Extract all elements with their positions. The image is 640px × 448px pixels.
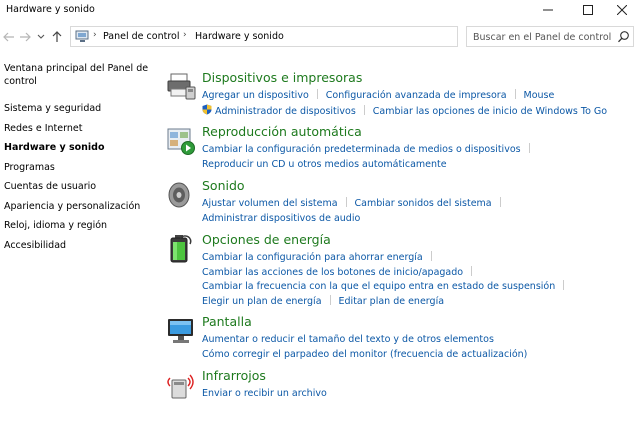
speaker-icon bbox=[168, 182, 190, 208]
link-power-buttons[interactable]: Cambiar las acciones de los botones de i… bbox=[202, 267, 463, 278]
breadcrumb-separator: › bbox=[93, 30, 97, 40]
category-title[interactable]: Dispositivos e impresoras bbox=[202, 70, 362, 85]
link-edit-power-plan[interactable]: Editar plan de energía bbox=[339, 296, 445, 307]
sidebar-item-network[interactable]: Redes e Internet bbox=[4, 122, 154, 135]
link-sleep-frequency[interactable]: Cambiar la frecuencia con la que el equi… bbox=[202, 281, 555, 292]
sidebar-item-system-security[interactable]: Sistema y seguridad bbox=[4, 102, 154, 115]
category-title[interactable]: Sonido bbox=[202, 178, 245, 193]
link-separator bbox=[329, 294, 331, 305]
infrared-icon bbox=[167, 374, 194, 399]
sidebar-item-user-accounts[interactable]: Cuentas de usuario bbox=[4, 180, 154, 193]
forward-arrow-icon bbox=[20, 32, 31, 42]
link-printer-settings[interactable]: Configuración avanzada de impresora bbox=[326, 90, 507, 101]
link-separator bbox=[363, 104, 365, 115]
search-box[interactable] bbox=[466, 26, 634, 47]
link-autoplay-cd[interactable]: Reproducir un CD u otros medios automáti… bbox=[202, 159, 447, 170]
category-links: Cambiar la configuración para ahorrar en… bbox=[202, 251, 632, 309]
breadcrumb-hardware-y-sonido[interactable]: Hardware y sonido bbox=[195, 31, 284, 42]
category-title[interactable]: Infrarrojos bbox=[202, 368, 266, 383]
link-separator bbox=[430, 251, 432, 261]
back-button[interactable] bbox=[2, 28, 16, 46]
sidebar-item-accessibility[interactable]: Accesibilidad bbox=[4, 239, 154, 252]
sidebar-item-appearance[interactable]: Apariencia y personalización bbox=[4, 200, 154, 213]
link-power-saving[interactable]: Cambiar la configuración para ahorrar en… bbox=[202, 252, 423, 263]
search-input[interactable] bbox=[473, 30, 613, 44]
sidebar-item-programs[interactable]: Programas bbox=[4, 161, 154, 174]
category-title[interactable]: Pantalla bbox=[202, 314, 252, 329]
link-windows-to-go[interactable]: Cambiar las opciones de inicio de Window… bbox=[373, 106, 607, 117]
category-links: Agregar un dispositivo Configuración avan… bbox=[202, 89, 632, 119]
address-bar[interactable]: › Panel de control › Hardware y sonido bbox=[70, 26, 523, 47]
control-panel-icon bbox=[75, 30, 89, 42]
minimize-icon bbox=[543, 9, 553, 11]
breadcrumb-panel-de-control[interactable]: Panel de control bbox=[103, 31, 179, 42]
link-choose-power-plan[interactable]: Elegir un plan de energía bbox=[202, 296, 322, 307]
link-adjust-volume[interactable]: Ajustar volumen del sistema bbox=[202, 198, 338, 209]
maximize-icon bbox=[583, 5, 593, 15]
minimize-button[interactable] bbox=[530, 0, 566, 20]
address-row: › Panel de control › Hardware y sonido bbox=[0, 24, 640, 50]
category-title[interactable]: Opciones de energía bbox=[202, 232, 331, 247]
window-title: Hardware y sonido bbox=[6, 4, 95, 15]
uac-shield-icon bbox=[202, 104, 212, 114]
close-icon bbox=[617, 5, 627, 15]
link-system-sounds[interactable]: Cambiar sonidos del sistema bbox=[355, 198, 492, 209]
monitor-icon bbox=[168, 319, 193, 343]
link-audio-devices[interactable]: Administrar dispositivos de audio bbox=[202, 213, 360, 224]
category-links: Aumentar o reducir el tamaño del texto y… bbox=[202, 333, 632, 362]
link-text-size[interactable]: Aumentar o reducir el tamaño del texto y… bbox=[202, 334, 494, 345]
link-monitor-flicker[interactable]: Cómo corregir el parpadeo del monitor (f… bbox=[202, 349, 527, 360]
category-links: Ajustar volumen del sistema Cambiar sonid… bbox=[202, 197, 632, 226]
up-button[interactable] bbox=[50, 28, 64, 46]
link-separator bbox=[471, 265, 473, 276]
sidebar: Ventana principal del Panel de control S… bbox=[4, 62, 154, 258]
link-mouse[interactable]: Mouse bbox=[524, 90, 555, 101]
battery-icon bbox=[170, 235, 192, 263]
recent-locations-button[interactable] bbox=[34, 28, 48, 46]
forward-button[interactable] bbox=[18, 28, 32, 46]
title-bar: Hardware y sonido bbox=[0, 0, 640, 22]
search-icon bbox=[618, 31, 629, 43]
link-separator bbox=[563, 280, 565, 290]
link-send-receive-file[interactable]: Enviar o recibir un archivo bbox=[202, 388, 327, 399]
link-device-manager[interactable]: Administrador de dispositivos bbox=[215, 106, 356, 117]
category-links: Enviar o recibir un archivo bbox=[202, 387, 632, 402]
breadcrumb-separator: › bbox=[183, 30, 187, 40]
link-separator bbox=[514, 89, 516, 99]
category-links: Cambiar la configuración predeterminada … bbox=[202, 143, 632, 172]
close-button[interactable] bbox=[604, 0, 640, 20]
up-arrow-icon bbox=[52, 31, 62, 42]
category-title[interactable]: Reproducción automática bbox=[202, 124, 362, 139]
chevron-down-icon bbox=[37, 34, 45, 39]
back-arrow-icon bbox=[3, 32, 14, 42]
link-add-device[interactable]: Agregar un dispositivo bbox=[202, 90, 309, 101]
sidebar-item-hardware-sound: Hardware y sonido bbox=[4, 142, 105, 153]
link-separator bbox=[499, 197, 501, 207]
link-autoplay-defaults[interactable]: Cambiar la configuración predeterminada … bbox=[202, 144, 521, 155]
sidebar-item-home[interactable]: Ventana principal del Panel de control bbox=[4, 62, 154, 88]
sidebar-item-clock-region[interactable]: Reloj, idioma y región bbox=[4, 219, 154, 232]
link-separator bbox=[316, 89, 318, 99]
autoplay-icon bbox=[167, 128, 195, 155]
maximize-button[interactable] bbox=[570, 0, 606, 20]
printer-icon bbox=[167, 73, 196, 100]
link-separator bbox=[345, 197, 347, 207]
link-separator bbox=[528, 143, 530, 153]
